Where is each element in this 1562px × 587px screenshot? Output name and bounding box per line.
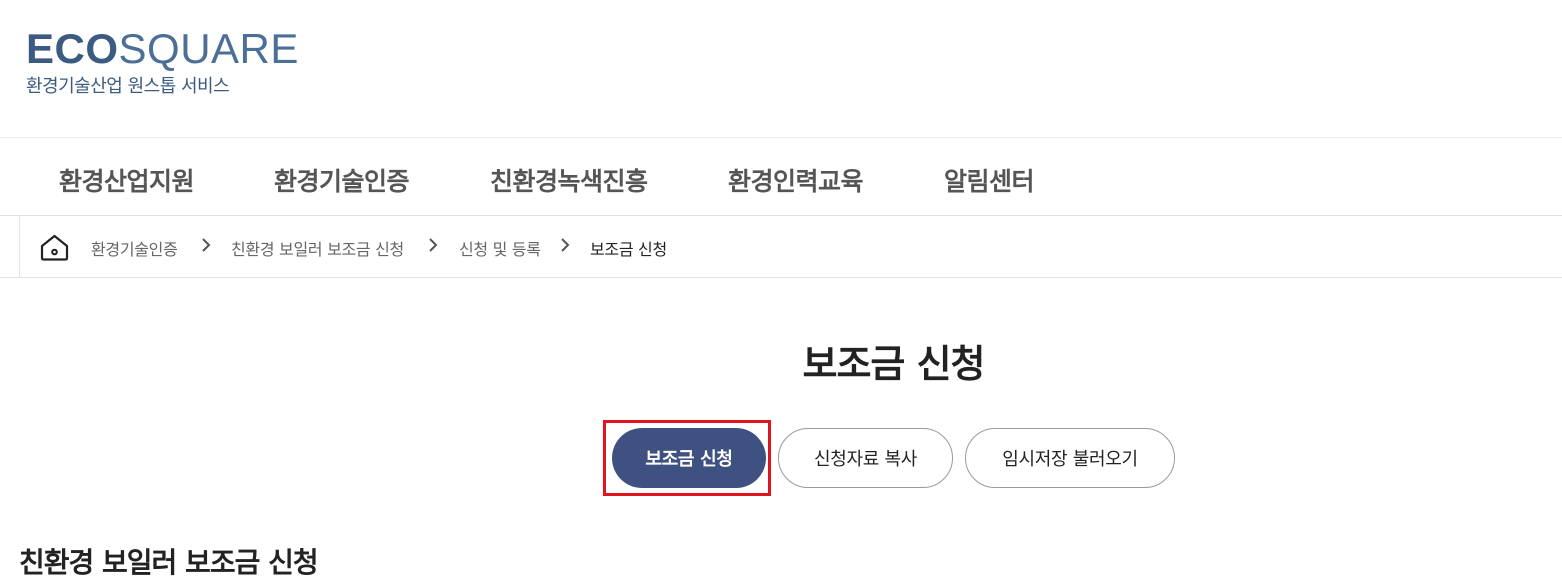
gnb-item-tech-certification[interactable]: 환경기술인증 xyxy=(274,162,410,198)
section-title: 친환경 보일러 보조금 신청 xyxy=(19,546,319,579)
gnb-item-education[interactable]: 환경인력교육 xyxy=(728,162,864,198)
global-nav: 환경산업지원 환경기술인증 친환경녹색진흥 환경인력교육 알림센터 xyxy=(0,138,1562,216)
site-header: ECOSQUARE 환경기술산업 원스톱 서비스 xyxy=(0,0,1562,138)
breadcrumb-item-apply-register[interactable]: 신청 및 등록 xyxy=(459,236,541,260)
logo-square: SQUARE xyxy=(118,25,299,72)
breadcrumb-item-boiler-subsidy[interactable]: 친환경 보일러 보조금 신청 xyxy=(231,236,404,260)
breadcrumb-item-current: 보조금 신청 xyxy=(590,240,667,259)
site-logo[interactable]: ECOSQUARE 환경기술산업 원스톱 서비스 xyxy=(26,28,299,98)
gnb-item-notice-center[interactable]: 알림센터 xyxy=(944,162,1035,198)
page-title: 보조금 신청 xyxy=(802,342,985,386)
breadcrumb: 환경기술인증 친환경 보일러 보조금 신청 신청 및 등록 보조금 신청 xyxy=(0,216,1562,278)
load-draft-button[interactable]: 임시저장 불러오기 xyxy=(965,428,1175,488)
logo-eco: ECO xyxy=(26,25,119,72)
apply-subsidy-button[interactable]: 보조금 신청 xyxy=(612,428,766,488)
breadcrumb-divider xyxy=(19,216,20,277)
breadcrumb-item-tech-certification[interactable]: 환경기술인증 xyxy=(91,236,178,260)
chevron-right-icon xyxy=(429,238,438,252)
gnb-item-industry-support[interactable]: 환경산업지원 xyxy=(59,162,195,198)
gnb-item-green-promotion[interactable]: 친환경녹색진흥 xyxy=(490,162,648,198)
logo-wordmark: ECOSQUARE xyxy=(26,28,299,70)
chevron-right-icon xyxy=(561,238,570,252)
home-icon[interactable] xyxy=(39,233,70,261)
logo-tagline: 환경기술산업 원스톱 서비스 xyxy=(26,76,230,97)
copy-application-button[interactable]: 신청자료 복사 xyxy=(778,428,953,488)
chevron-right-icon xyxy=(202,238,211,252)
